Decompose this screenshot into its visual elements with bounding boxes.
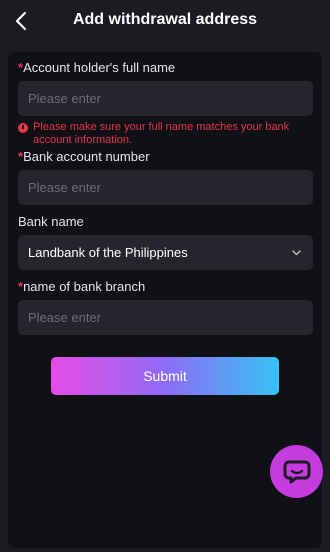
chat-bubble-icon xyxy=(283,460,310,483)
alert-circle-icon xyxy=(18,123,28,133)
submit-button[interactable]: Submit xyxy=(51,357,279,395)
holder-name-input[interactable] xyxy=(28,91,313,106)
account-number-label-text: Bank account number xyxy=(23,149,150,164)
branch-label: *name of bank branch xyxy=(18,279,145,294)
top-bar: Add withdrawal address xyxy=(0,0,330,42)
branch-label-text: name of bank branch xyxy=(23,279,146,294)
holder-name-label-text: Account holder's full name xyxy=(23,60,176,75)
warning-text: Please make sure your full name matches … xyxy=(33,121,290,146)
account-number-label: *Bank account number xyxy=(18,149,150,164)
account-number-input[interactable] xyxy=(28,180,313,195)
name-warning: Please make sure your full name matches … xyxy=(18,121,308,147)
account-number-field[interactable] xyxy=(18,170,313,205)
bank-name-selected: Landbank of the Philippines xyxy=(28,245,188,260)
bank-name-select[interactable]: Landbank of the Philippines xyxy=(18,235,313,270)
page-title: Add withdrawal address xyxy=(72,11,258,28)
holder-name-label: *Account holder's full name xyxy=(18,60,175,75)
bank-name-label: Bank name xyxy=(18,214,84,229)
branch-field[interactable] xyxy=(18,300,313,335)
chevron-down-icon xyxy=(292,249,301,255)
holder-name-field[interactable] xyxy=(18,81,313,116)
chat-button[interactable] xyxy=(270,445,323,498)
branch-input[interactable] xyxy=(28,310,313,325)
